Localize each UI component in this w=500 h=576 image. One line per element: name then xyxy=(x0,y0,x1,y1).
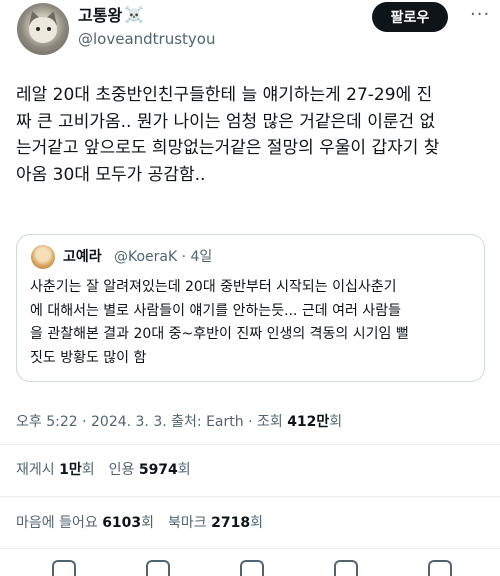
divider xyxy=(0,444,500,445)
quoted-tweet-text: 사춘기는 잘 알려져있는데 20대 중반부터 시작되는 이십사춘기 에 대해서는… xyxy=(30,276,480,370)
author-handle[interactable]: @loveandtrustyou xyxy=(78,29,215,49)
tweet-line: 아옴 30대 모두가 공감함.. xyxy=(16,164,206,185)
likes-stat[interactable]: 마음에 들어요 6103회 xyxy=(16,515,154,531)
likes-count: 6103 xyxy=(102,515,142,531)
bookmarks-label: 북마크 xyxy=(168,515,212,531)
reposts-suffix: 회 xyxy=(81,462,95,478)
view-count: 412만 xyxy=(287,414,330,430)
share-icon[interactable] xyxy=(428,560,452,576)
bookmarks-stat[interactable]: 북마크 2718회 xyxy=(168,515,263,531)
tweet-meta: 오후 5:22 · 2024. 3. 3. 출처: Earth · 조회 412… xyxy=(16,412,342,432)
author-avatar[interactable] xyxy=(17,3,69,55)
bookmark-icon[interactable] xyxy=(334,560,358,576)
skull-badge-icon: ☠️ xyxy=(124,5,144,24)
divider xyxy=(0,548,500,549)
author-name[interactable]: 고통왕 xyxy=(78,6,122,26)
cat-eye-left xyxy=(36,27,40,31)
quotes-suffix: 회 xyxy=(177,462,191,478)
view-count-suffix: 회 xyxy=(329,414,343,430)
likes-suffix: 회 xyxy=(141,515,155,531)
quotes-label: 인용 xyxy=(108,462,139,478)
quoted-tweet-card[interactable]: 고예라 @KoeraK · 4일 사춘기는 잘 알려져있는데 20대 중반부터 … xyxy=(16,234,485,382)
like-bookmark-stats: 마음에 들어요 6103회 북마크 2718회 xyxy=(16,513,263,533)
quoted-author-name: 고예라 xyxy=(63,249,102,265)
reply-icon[interactable] xyxy=(52,560,76,576)
repost-quote-stats: 재게시 1만회 인용 5974회 xyxy=(16,460,191,480)
quoted-author-avatar xyxy=(31,245,55,269)
like-icon[interactable] xyxy=(240,560,264,576)
quoted-line: 짓도 방황도 많이 함 xyxy=(30,349,147,366)
reposts-stat[interactable]: 재게시 1만회 xyxy=(16,462,95,478)
reposts-label: 재게시 xyxy=(16,462,60,478)
likes-label: 마음에 들어요 xyxy=(16,515,103,531)
tweet-line: 짜 큰 고비가옴.. 뭔가 나이는 엄청 많은 거같은데 이룬건 없 xyxy=(16,111,436,132)
follow-button[interactable]: 팔로우 xyxy=(372,2,448,32)
time-date-source: 오후 5:22 · 2024. 3. 3. 출처: Earth · 조회 xyxy=(16,414,288,430)
tweet-line: 는거같고 앞으로도 희망없는거같은 절망의 우울이 갑자기 찾 xyxy=(16,138,440,158)
tweet-text: 레알 20대 초중반인친구들한테 늘 얘기하는게 27-29에 진 짜 큰 고비… xyxy=(16,82,488,188)
tweet-line: 레알 20대 초중반인친구들한테 늘 얘기하는게 27-29에 진 xyxy=(16,85,433,105)
reposts-count: 1만 xyxy=(59,462,82,478)
bookmarks-count: 2718 xyxy=(211,515,251,531)
cat-eye-right xyxy=(47,27,51,31)
quoted-line: 을 관찰해본 결과 20대 중~후반이 진짜 인생의 격동의 시기임 뻘 xyxy=(30,326,409,342)
bookmarks-suffix: 회 xyxy=(250,515,263,531)
quotes-stat[interactable]: 인용 5974회 xyxy=(109,462,191,478)
quotes-count: 5974 xyxy=(138,462,178,478)
divider xyxy=(0,496,500,497)
cat-face xyxy=(29,17,57,43)
repost-icon[interactable] xyxy=(146,560,170,576)
quoted-author-handle-time: @KoeraK · 4일 xyxy=(114,249,213,265)
quoted-line: 에 대해서는 별로 사람들이 얘기를 안하는듯... 근데 여러 사람들 xyxy=(30,302,401,319)
quoted-line: 사춘기는 잘 알려져있는데 20대 중반부터 시작되는 이십사춘기 xyxy=(30,279,397,295)
more-options-icon[interactable]: ··· xyxy=(470,4,490,25)
action-bar xyxy=(0,556,500,576)
